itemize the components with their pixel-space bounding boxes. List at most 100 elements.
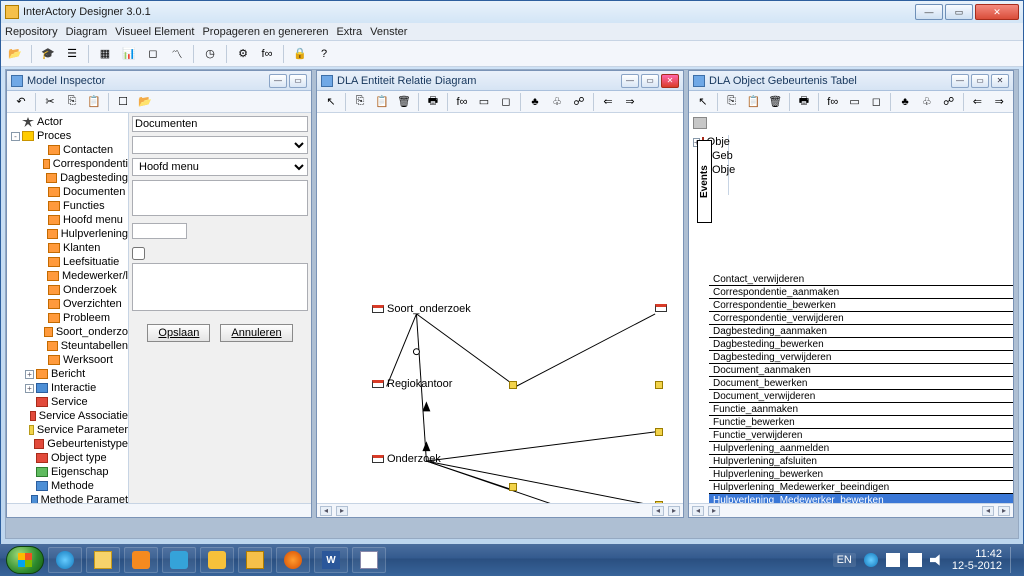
ev-minimize-button[interactable]: —: [951, 74, 969, 88]
entity-regiokantoor[interactable]: Regiokantoor: [372, 378, 452, 390]
tree-item[interactable]: Leefsituatie: [7, 255, 128, 269]
tray-network-icon[interactable]: [908, 553, 922, 567]
event-row[interactable]: Hulpverlening_Medewerker_bewerken: [709, 494, 1013, 503]
tree-item[interactable]: Contacten: [7, 143, 128, 157]
ev-print-icon[interactable]: 🖶: [794, 92, 814, 112]
tree-item[interactable]: Probleem: [7, 311, 128, 325]
open-icon[interactable]: 📂: [5, 44, 25, 64]
tree-item[interactable]: Functies: [7, 199, 128, 213]
tree-item[interactable]: Medewerker/l: [7, 269, 128, 283]
ev-box-icon[interactable]: ◻: [866, 92, 886, 112]
tray-language[interactable]: EN: [833, 553, 856, 567]
minimize-button[interactable]: —: [915, 4, 943, 20]
ev-paste-icon[interactable]: 📋: [744, 92, 764, 112]
gear-icon[interactable]: ⚙: [233, 44, 253, 64]
erd-tree1-icon[interactable]: ♣: [525, 92, 545, 112]
table-icon[interactable]: 📊: [119, 44, 139, 64]
cut-icon[interactable]: ✂: [40, 92, 60, 112]
tree-item[interactable]: Service Parameter: [7, 423, 128, 437]
task-firefox-icon[interactable]: [276, 547, 310, 573]
tray-help-icon[interactable]: [864, 553, 878, 567]
tree-item[interactable]: Werksoort: [7, 353, 128, 367]
erd-copy-icon[interactable]: ⎘: [350, 92, 370, 112]
dropdown-2[interactable]: Hoofd menu: [132, 158, 308, 176]
tree-item[interactable]: Soort_onderzo: [7, 325, 128, 339]
ev-close-button[interactable]: ✕: [991, 74, 1009, 88]
tree-item[interactable]: Methode: [7, 479, 128, 493]
ev-scroll-right[interactable]: ▸: [708, 506, 720, 516]
task-app1-icon[interactable]: [162, 547, 196, 573]
erd-delete-icon[interactable]: 🗑: [394, 92, 414, 112]
undo-icon[interactable]: ↶: [11, 92, 31, 112]
tree-item[interactable]: Object type: [7, 451, 128, 465]
tree-item[interactable]: Documenten: [7, 185, 128, 199]
tray-clock[interactable]: 11:42 12-5-2012: [952, 548, 1002, 572]
event-row[interactable]: Correspondentie_verwijderen: [709, 312, 1013, 325]
event-row[interactable]: Hulpverlening_afsluiten: [709, 455, 1013, 468]
fx-icon[interactable]: f∞: [257, 44, 277, 64]
tree-item[interactable]: Actor: [7, 115, 128, 129]
ev-pointer-icon[interactable]: ↖: [693, 92, 713, 112]
close-button[interactable]: ✕: [975, 4, 1019, 20]
tree-item[interactable]: Service: [7, 395, 128, 409]
tree-item[interactable]: Steuntabellen: [7, 339, 128, 353]
tree-item[interactable]: Klanten: [7, 241, 128, 255]
dropdown-1[interactable]: [132, 136, 308, 154]
show-desktop-button[interactable]: [1010, 547, 1018, 573]
erd-scroll-right2[interactable]: ▸: [668, 506, 680, 516]
menu-extra[interactable]: Extra: [336, 26, 362, 38]
clock-icon[interactable]: ◷: [200, 44, 220, 64]
app-titlebar[interactable]: InterActory Designer 3.0.1 — ▭ ✕: [1, 1, 1023, 23]
event-row[interactable]: Document_aanmaken: [709, 364, 1013, 377]
erd-card-icon[interactable]: ▭: [474, 92, 494, 112]
help-icon[interactable]: ?: [314, 44, 334, 64]
ev-copy-icon[interactable]: ⎘: [722, 92, 742, 112]
tree-item[interactable]: +Interactie: [7, 381, 128, 395]
frame-icon[interactable]: ◻: [143, 44, 163, 64]
ev-scroll-right2[interactable]: ▸: [998, 506, 1010, 516]
ev-delete-icon[interactable]: 🗑: [765, 92, 785, 112]
task-interactory-icon[interactable]: [238, 547, 272, 573]
erd-box-icon[interactable]: ◻: [496, 92, 516, 112]
tree-item[interactable]: Correspondenti: [7, 157, 128, 171]
entity-onderzoek[interactable]: Onderzoek: [372, 453, 441, 465]
pointer-icon[interactable]: ↖: [321, 92, 341, 112]
paste-icon[interactable]: 📋: [84, 92, 104, 112]
erd-tree2-icon[interactable]: ♧: [547, 92, 567, 112]
textarea-2[interactable]: [132, 263, 308, 311]
erd-back-icon[interactable]: ⇐: [598, 92, 618, 112]
tree-item[interactable]: Methode Paramet: [7, 493, 128, 503]
event-row[interactable]: Document_verwijderen: [709, 390, 1013, 403]
menu-propageren[interactable]: Propageren en genereren: [202, 26, 328, 38]
ev-maximize-button[interactable]: ▭: [971, 74, 989, 88]
ev-link-icon[interactable]: ☍: [939, 92, 959, 112]
tree-item[interactable]: -Proces: [7, 129, 128, 143]
mi-minimize-button[interactable]: —: [269, 74, 287, 88]
event-row[interactable]: Correspondentie_aanmaken: [709, 286, 1013, 299]
task-word-icon[interactable]: W: [314, 547, 348, 573]
erd-minimize-button[interactable]: —: [621, 74, 639, 88]
maximize-button[interactable]: ▭: [945, 4, 973, 20]
event-row[interactable]: Hulpverlening_Medewerker_beeindigen: [709, 481, 1013, 494]
events-list[interactable]: Contact_verwijderenCorrespondentie_aanma…: [709, 273, 1013, 503]
chart-icon[interactable]: 〽: [167, 44, 187, 64]
task-ie-icon[interactable]: [48, 547, 82, 573]
tree-item[interactable]: Onderzoek: [7, 283, 128, 297]
ev-palette-chip[interactable]: [693, 117, 707, 129]
ev-back-icon[interactable]: ⇐: [968, 92, 988, 112]
save-button[interactable]: Opslaan: [147, 324, 210, 342]
port-4[interactable]: [655, 428, 663, 436]
menu-visueel-element[interactable]: Visueel Element: [115, 26, 194, 38]
lock-icon[interactable]: 🔒: [290, 44, 310, 64]
ev-scroll-left[interactable]: ◂: [692, 506, 704, 516]
ev-scroll-left2[interactable]: ◂: [982, 506, 994, 516]
event-row[interactable]: Contact_verwijderen: [709, 273, 1013, 286]
event-row[interactable]: Hulpverlening_bewerken: [709, 468, 1013, 481]
textarea-1[interactable]: [132, 180, 308, 216]
event-row[interactable]: Dagbesteding_verwijderen: [709, 351, 1013, 364]
entity-soort-onderzoek[interactable]: Soort_onderzoek: [372, 303, 471, 315]
tray-flag-icon[interactable]: [886, 553, 900, 567]
event-row[interactable]: Document_bewerken: [709, 377, 1013, 390]
ev-tree2-icon[interactable]: ♧: [917, 92, 937, 112]
grid-icon[interactable]: ▦: [95, 44, 115, 64]
